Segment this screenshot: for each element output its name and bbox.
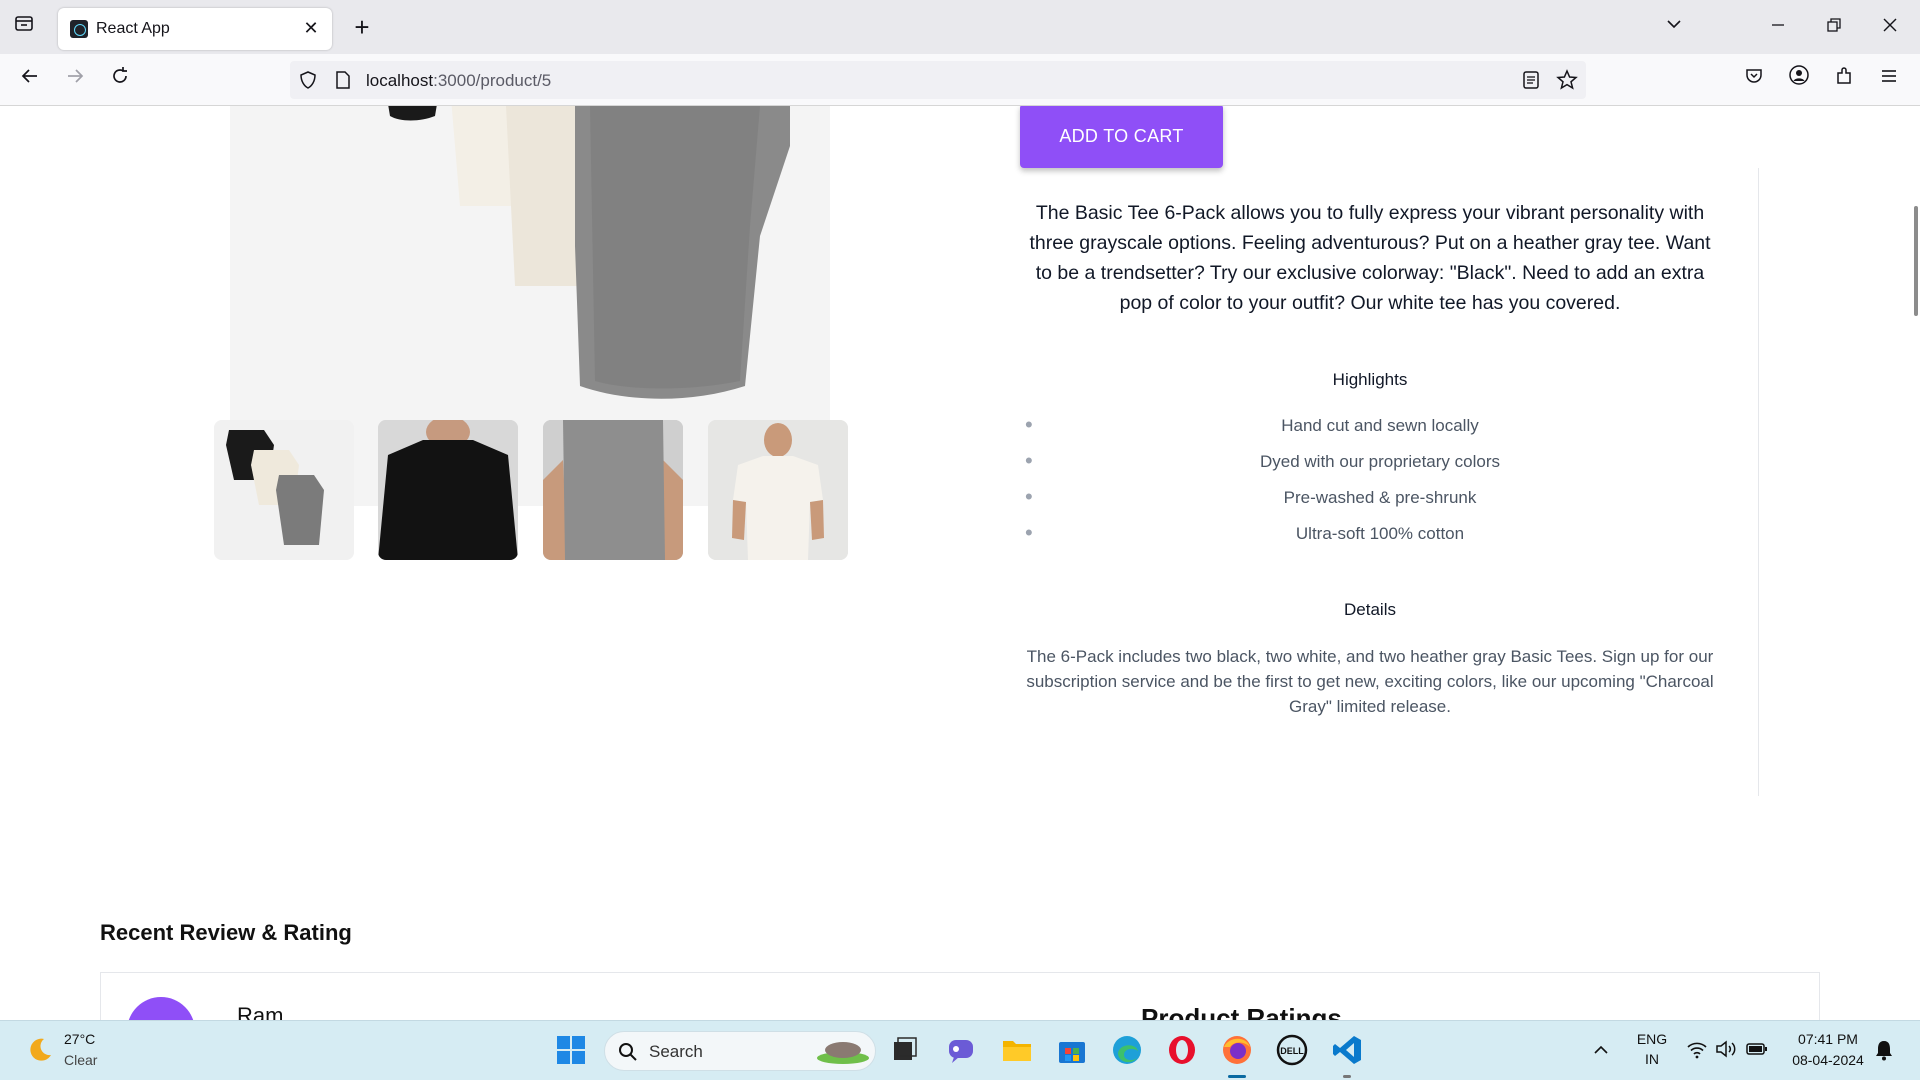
weather-desc[interactable]: Clear bbox=[64, 1052, 97, 1068]
weather-temp[interactable]: 27°C bbox=[64, 1031, 95, 1047]
pocket-icon[interactable] bbox=[1738, 64, 1770, 96]
bullet-icon: • bbox=[1025, 448, 1033, 473]
active-app-indicator bbox=[1228, 1075, 1246, 1078]
clock-time[interactable]: 07:41 PM bbox=[1780, 1031, 1876, 1047]
search-label: Search bbox=[649, 1042, 703, 1061]
search-highlight-image-icon bbox=[815, 1038, 871, 1071]
task-view-icon[interactable] bbox=[888, 1033, 922, 1067]
reviews-heading: Recent Review & Rating bbox=[100, 920, 352, 945]
reload-icon[interactable] bbox=[104, 64, 136, 96]
product-thumbnail-black[interactable] bbox=[378, 420, 518, 560]
tab-overflow-chevron-icon[interactable] bbox=[1658, 11, 1690, 43]
clock-date[interactable]: 08-04-2024 bbox=[1780, 1052, 1876, 1068]
react-favicon-icon bbox=[70, 20, 88, 38]
highlight-list-item: • Dyed with our proprietary colors bbox=[1025, 448, 1500, 473]
minimize-window-icon[interactable] bbox=[1762, 11, 1794, 43]
battery-icon[interactable] bbox=[1746, 1041, 1768, 1062]
page-content: ADD TO CART The Basic Tee 6-Pack allows … bbox=[0, 106, 1920, 1020]
windows-start-icon[interactable] bbox=[554, 1033, 588, 1067]
bullet-icon: • bbox=[1025, 484, 1033, 509]
opera-browser-icon[interactable] bbox=[1165, 1033, 1199, 1067]
highlight-list-item: • Ultra-soft 100% cotton bbox=[1025, 520, 1465, 545]
svg-text:DELL: DELL bbox=[1280, 1046, 1304, 1056]
language-indicator[interactable]: ENG bbox=[1634, 1031, 1670, 1047]
product-thumbnail-6-pack[interactable] bbox=[214, 420, 354, 560]
highlight-list-item: • Hand cut and sewn locally bbox=[1025, 412, 1479, 437]
tray-expand-chevron-icon[interactable] bbox=[1592, 1041, 1610, 1064]
dell-app-icon[interactable]: DELL bbox=[1275, 1033, 1309, 1067]
product-ratings-heading: Product Ratings bbox=[1141, 1003, 1342, 1020]
avatar bbox=[127, 997, 195, 1020]
bullet-icon: • bbox=[1025, 520, 1033, 545]
add-to-cart-button[interactable]: ADD TO CART bbox=[1020, 106, 1223, 168]
highlights-heading: Highlights bbox=[1332, 370, 1408, 389]
tracking-shield-icon[interactable] bbox=[298, 70, 318, 95]
details-heading: Details bbox=[1344, 600, 1396, 619]
tab-close-icon[interactable]: ✕ bbox=[300, 17, 322, 39]
extensions-puzzle-icon[interactable] bbox=[1828, 64, 1860, 96]
weather-moon-icon[interactable] bbox=[24, 1035, 54, 1070]
file-explorer-icon[interactable] bbox=[1000, 1033, 1034, 1067]
edge-browser-icon[interactable] bbox=[1110, 1033, 1144, 1067]
new-tab-button[interactable]: + bbox=[346, 11, 378, 43]
firefox-browser-icon[interactable] bbox=[1220, 1033, 1254, 1067]
divider bbox=[1758, 168, 1759, 796]
close-window-icon[interactable] bbox=[1874, 11, 1906, 43]
bullet-icon: • bbox=[1025, 412, 1033, 437]
forward-arrow-icon[interactable] bbox=[59, 64, 91, 96]
language-region[interactable]: IN bbox=[1634, 1051, 1670, 1067]
volume-icon[interactable] bbox=[1715, 1039, 1737, 1064]
microsoft-store-icon[interactable] bbox=[1055, 1033, 1089, 1067]
url-text[interactable]: localhost:3000/product/5 bbox=[366, 71, 551, 91]
address-bar[interactable]: localhost:3000/product/5 bbox=[290, 61, 1586, 99]
product-description: The Basic Tee 6-Pack allows you to fully… bbox=[1029, 202, 1711, 314]
product-thumbnail-white[interactable] bbox=[708, 420, 848, 560]
search-icon bbox=[617, 1041, 639, 1068]
taskbar-search-box[interactable]: Search bbox=[604, 1031, 876, 1071]
reviewer-name: Ram bbox=[237, 1003, 284, 1020]
browser-nav-bar: localhost:3000/product/5 bbox=[0, 54, 1920, 106]
details-text: The 6-Pack includes two black, two white… bbox=[1026, 647, 1714, 716]
tab-title: React App bbox=[96, 20, 170, 37]
notification-bell-icon[interactable] bbox=[1874, 1039, 1894, 1066]
restore-window-icon[interactable] bbox=[1818, 11, 1850, 43]
browser-tab-active[interactable]: React App ✕ bbox=[58, 8, 332, 50]
windows-taskbar: 27°C Clear Search DELL ENG IN 07:41 PM 0… bbox=[0, 1020, 1920, 1080]
tab-list-icon[interactable] bbox=[8, 11, 40, 43]
app-menu-hamburger-icon[interactable] bbox=[1873, 64, 1905, 96]
browser-tab-bar: React App ✕ + bbox=[0, 0, 1920, 54]
highlight-list-item: • Pre-washed & pre-shrunk bbox=[1025, 484, 1477, 509]
account-icon[interactable] bbox=[1783, 64, 1815, 96]
teams-chat-icon[interactable] bbox=[944, 1033, 978, 1067]
back-arrow-icon[interactable] bbox=[14, 64, 46, 96]
open-app-indicator bbox=[1343, 1075, 1351, 1078]
vscode-icon[interactable] bbox=[1330, 1033, 1364, 1067]
reader-view-icon[interactable] bbox=[1522, 70, 1540, 95]
page-info-icon[interactable] bbox=[334, 70, 352, 95]
bookmark-star-icon[interactable] bbox=[1556, 69, 1578, 96]
reviews-card: Ram Product Ratings bbox=[100, 972, 1820, 1020]
product-thumbnail-gray[interactable] bbox=[543, 420, 683, 560]
page-scrollbar[interactable] bbox=[1914, 206, 1918, 316]
wifi-icon[interactable] bbox=[1686, 1039, 1708, 1064]
